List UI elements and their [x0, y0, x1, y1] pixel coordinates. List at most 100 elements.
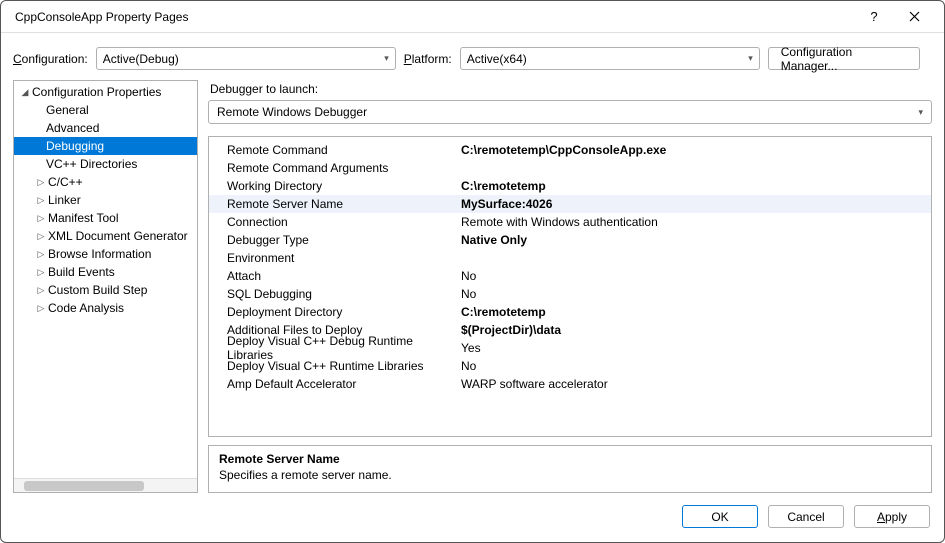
tree-item-ccpp[interactable]: ▷C/C++ [14, 173, 197, 191]
prop-value[interactable]: C:\remotetemp [457, 305, 931, 319]
tree-item-manifest[interactable]: ▷Manifest Tool [14, 209, 197, 227]
tree-item-label: Build Events [48, 265, 115, 279]
configuration-manager-button[interactable]: Configuration Manager... [768, 47, 920, 70]
prop-name: Remote Server Name [209, 197, 457, 211]
debugger-launch-combo[interactable]: Remote Windows Debugger ▾ [208, 100, 932, 124]
prop-row: Amp Default AcceleratorWARP software acc… [209, 375, 931, 393]
prop-value[interactable]: C:\remotetemp\CppConsoleApp.exe [457, 143, 931, 157]
expand-icon: ▷ [36, 267, 46, 278]
prop-value[interactable]: No [457, 287, 931, 301]
window-title: CppConsoleApp Property Pages [15, 10, 854, 24]
prop-row: Deploy Visual C++ Runtime LibrariesNo [209, 357, 931, 375]
prop-name: Deploy Visual C++ Debug Runtime Librarie… [209, 334, 457, 362]
tree-item-label: XML Document Generator [48, 229, 188, 243]
tree-item-label: VC++ Directories [46, 157, 137, 171]
prop-row-selected: Remote Server NameMySurface:4026 [209, 195, 931, 213]
prop-name: SQL Debugging [209, 287, 457, 301]
tree-item-label: Code Analysis [48, 301, 124, 315]
prop-row: Working DirectoryC:\remotetemp [209, 177, 931, 195]
ok-button[interactable]: OK [682, 505, 758, 528]
prop-value[interactable]: Remote with Windows authentication [457, 215, 931, 229]
debugger-launch-value: Remote Windows Debugger [217, 105, 367, 119]
prop-name: Attach [209, 269, 457, 283]
tree-root-label: Configuration Properties [32, 85, 161, 99]
prop-row: Deploy Visual C++ Debug Runtime Librarie… [209, 339, 931, 357]
prop-name: Debugger Type [209, 233, 457, 247]
help-button[interactable]: ? [854, 1, 894, 33]
expand-icon: ▷ [36, 231, 46, 242]
tree[interactable]: ◢ Configuration Properties General Advan… [14, 81, 197, 478]
prop-value[interactable]: $(ProjectDir)\data [457, 323, 931, 337]
tree-panel: ◢ Configuration Properties General Advan… [13, 80, 198, 493]
tree-item-general[interactable]: General [14, 101, 197, 119]
tree-item-linker[interactable]: ▷Linker [14, 191, 197, 209]
prop-row: AttachNo [209, 267, 931, 285]
expand-icon: ▷ [36, 195, 46, 206]
footer: OK Cancel Apply [1, 493, 944, 542]
description-title: Remote Server Name [219, 452, 921, 466]
expand-icon: ▷ [36, 285, 46, 296]
tree-item-advanced[interactable]: Advanced [14, 119, 197, 137]
tree-item-label: Browse Information [48, 247, 151, 261]
prop-row: SQL DebuggingNo [209, 285, 931, 303]
tree-item-label: Custom Build Step [48, 283, 147, 297]
description-box: Remote Server Name Specifies a remote se… [208, 445, 932, 493]
prop-row: Remote Command Arguments [209, 159, 931, 177]
prop-name: Environment [209, 251, 457, 265]
prop-name: Working Directory [209, 179, 457, 193]
prop-value[interactable]: WARP software accelerator [457, 377, 931, 391]
right-pane: Debugger to launch: Remote Windows Debug… [208, 80, 932, 493]
prop-value[interactable]: No [457, 269, 931, 283]
tree-item-label: Manifest Tool [48, 211, 118, 225]
chevron-down-icon: ▾ [918, 107, 923, 118]
expand-icon: ▷ [36, 177, 46, 188]
config-row: Configuration: Active(Debug) ▾ Platform:… [1, 33, 944, 80]
property-grid[interactable]: Remote CommandC:\remotetemp\CppConsoleAp… [208, 136, 932, 437]
debugger-launch-label: Debugger to launch: [208, 80, 932, 100]
prop-name: Deploy Visual C++ Runtime Libraries [209, 359, 457, 373]
body: ◢ Configuration Properties General Advan… [1, 80, 944, 493]
prop-row: Deployment DirectoryC:\remotetemp [209, 303, 931, 321]
prop-value[interactable]: Yes [457, 341, 931, 355]
tree-item-xmldoc[interactable]: ▷XML Document Generator [14, 227, 197, 245]
tree-item-vcdirs[interactable]: VC++ Directories [14, 155, 197, 173]
tree-item-label: Debugging [46, 139, 104, 153]
prop-name: Remote Command [209, 143, 457, 157]
tree-item-codeanalysis[interactable]: ▷Code Analysis [14, 299, 197, 317]
prop-value[interactable]: No [457, 359, 931, 373]
configuration-label: Configuration: [13, 52, 88, 66]
configuration-combo[interactable]: Active(Debug) ▾ [96, 47, 396, 70]
tree-hscrollbar[interactable] [14, 478, 197, 492]
prop-value[interactable]: Native Only [457, 233, 931, 247]
titlebar: CppConsoleApp Property Pages ? [1, 1, 944, 33]
prop-value[interactable]: C:\remotetemp [457, 179, 931, 193]
expand-icon: ▷ [36, 249, 46, 260]
prop-name: Amp Default Accelerator [209, 377, 457, 391]
tree-item-custombuild[interactable]: ▷Custom Build Step [14, 281, 197, 299]
apply-label: Apply [877, 510, 907, 524]
apply-button[interactable]: Apply [854, 505, 930, 528]
close-icon [909, 11, 920, 22]
prop-value[interactable]: MySurface:4026 [457, 197, 931, 211]
prop-row: Remote CommandC:\remotetemp\CppConsoleAp… [209, 141, 931, 159]
cancel-button[interactable]: Cancel [768, 505, 844, 528]
platform-combo[interactable]: Active(x64) ▾ [460, 47, 760, 70]
tree-item-debugging[interactable]: Debugging [14, 137, 197, 155]
tree-item-browseinfo[interactable]: ▷Browse Information [14, 245, 197, 263]
tree-item-label: Linker [48, 193, 81, 207]
tree-item-label: Advanced [46, 121, 99, 135]
platform-label: Platform: [404, 52, 452, 66]
tree-item-buildevents[interactable]: ▷Build Events [14, 263, 197, 281]
configuration-value: Active(Debug) [103, 52, 179, 66]
expand-icon: ▷ [36, 303, 46, 314]
collapse-icon: ◢ [20, 87, 30, 98]
description-text: Specifies a remote server name. [219, 468, 921, 482]
prop-row: ConnectionRemote with Windows authentica… [209, 213, 931, 231]
tree-item-label: C/C++ [48, 175, 83, 189]
chevron-down-icon: ▾ [384, 53, 389, 64]
close-button[interactable] [894, 1, 934, 33]
scrollbar-thumb[interactable] [24, 481, 144, 491]
prop-name: Remote Command Arguments [209, 161, 457, 175]
tree-root[interactable]: ◢ Configuration Properties [14, 83, 197, 101]
ok-label: OK [711, 510, 728, 524]
